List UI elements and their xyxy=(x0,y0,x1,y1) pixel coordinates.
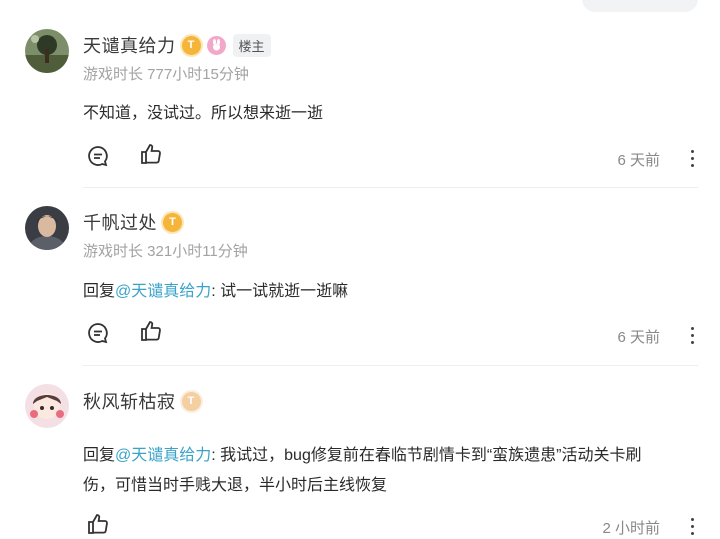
top-search-pill[interactable] xyxy=(582,0,698,12)
mention-link[interactable]: @天谴真给力 xyxy=(115,283,211,300)
more-vertical-icon[interactable] xyxy=(691,150,695,171)
reply-text: : 试一试就逝一逝嘛 xyxy=(211,283,349,300)
avatar[interactable] xyxy=(25,384,69,428)
comment-text: 回复@天谴真给力: 试一试就逝一逝嘛 xyxy=(83,277,693,307)
author-row: 天谴真给力 T 楼主 xyxy=(83,32,271,58)
rabbit-badge-icon xyxy=(206,35,226,55)
reply-prefix: 回复 xyxy=(83,283,116,300)
thumbs-up-icon[interactable] xyxy=(139,142,163,166)
level-badge-icon: T xyxy=(181,391,201,411)
thumbs-up-icon[interactable] xyxy=(139,319,163,343)
author-name[interactable]: 秋风斩枯寂 xyxy=(83,388,176,414)
author-name[interactable]: 千帆过处 xyxy=(83,209,157,235)
author-name[interactable]: 天谴真给力 xyxy=(83,32,176,58)
thumbs-up-icon[interactable] xyxy=(86,512,110,536)
divider xyxy=(83,187,698,188)
more-vertical-icon[interactable] xyxy=(691,327,695,348)
level-badge-icon: T xyxy=(181,35,201,55)
author-row: 秋风斩枯寂 T xyxy=(83,388,201,414)
comment-time: 6 天前 xyxy=(617,152,660,169)
comment-time: 6 天前 xyxy=(617,329,660,346)
comment-bubble-icon[interactable] xyxy=(86,321,110,345)
playtime-meta: 游戏时长 777小时15分钟 xyxy=(83,66,249,83)
comment-text: 不知道，没试过。所以想来逝一逝 xyxy=(83,105,324,122)
comment-text: 回复@天谴真给力: 我试过，bug修复前在春临节剧情卡到“蛮族遗患”活动关卡刷 … xyxy=(83,441,693,501)
avatar[interactable] xyxy=(25,29,69,73)
owner-tag: 楼主 xyxy=(232,33,271,57)
avatar[interactable] xyxy=(25,206,69,250)
more-vertical-icon[interactable] xyxy=(691,518,695,539)
reply-text-line-1: : 我试过，bug修复前在春临节剧情卡到“蛮族遗患”活动关卡刷 xyxy=(211,447,642,464)
author-row: 千帆过处 T xyxy=(83,209,182,235)
reply-prefix: 回复 xyxy=(83,447,116,464)
reply-text-line-2: 伤，可惜当时手贱大退，半小时后主线恢复 xyxy=(83,477,388,494)
comment-time: 2 小时前 xyxy=(602,520,660,537)
level-badge-icon: T xyxy=(163,212,182,232)
mention-link[interactable]: @天谴真给力 xyxy=(115,447,211,464)
comment-bubble-icon[interactable] xyxy=(86,144,110,168)
divider xyxy=(83,365,698,366)
playtime-meta: 游戏时长 321小时11分钟 xyxy=(83,243,248,260)
